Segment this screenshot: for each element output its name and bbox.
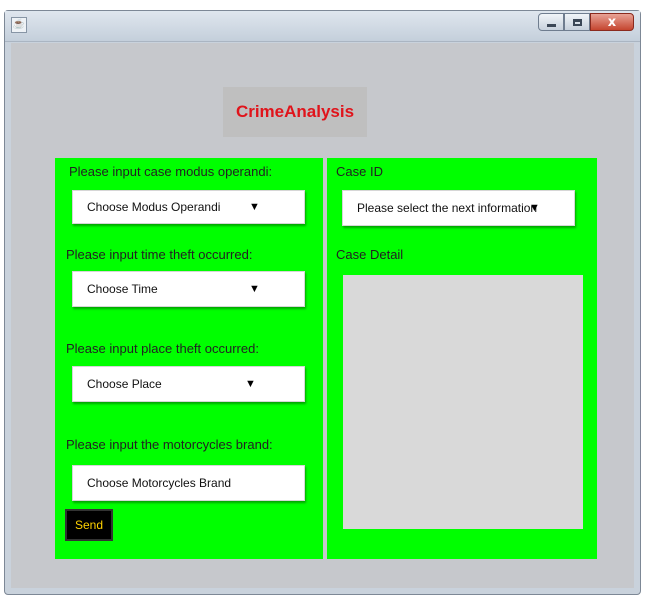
maximize-icon: [572, 18, 582, 26]
chevron-down-icon: ▼: [529, 202, 540, 214]
modus-operandi-select[interactable]: Choose Modus Operandi ▼: [72, 190, 305, 224]
place-select[interactable]: Choose Place ▼: [72, 366, 305, 402]
close-icon: x: [607, 14, 617, 30]
case-detail-label: Case Detail: [336, 247, 404, 262]
case-id-select[interactable]: Please select the next information ▼: [342, 190, 575, 226]
modus-operandi-label: Please input case modus operandi:: [69, 164, 273, 179]
place-value: Choose Place: [87, 377, 162, 391]
time-select[interactable]: Choose Time ▼: [72, 271, 305, 307]
content-pane: CrimeAnalysis Please input case modus op…: [11, 43, 634, 588]
modus-operandi-value: Choose Modus Operandi: [87, 200, 221, 214]
java-app-icon: ☕: [11, 17, 27, 33]
time-value: Choose Time: [87, 282, 158, 296]
minimize-icon: [546, 24, 556, 27]
chevron-down-icon: ▼: [249, 201, 260, 213]
time-label: Please input time theft occurred:: [66, 247, 253, 262]
brand-select[interactable]: Choose Motorcycles Brand: [72, 465, 305, 501]
chevron-down-icon: ▼: [249, 283, 260, 295]
chevron-down-icon: ▼: [245, 378, 256, 390]
close-button[interactable]: x: [590, 13, 634, 31]
case-id-label: Case ID: [336, 164, 383, 179]
title-bar[interactable]: ☕ x: [5, 11, 640, 42]
brand-label: Please input the motorcycles brand:: [66, 437, 273, 452]
place-label: Please input place theft occurred:: [66, 341, 259, 356]
case-id-value: Please select the next information: [357, 201, 538, 215]
maximize-button[interactable]: [564, 13, 590, 31]
minimize-button[interactable]: [538, 13, 564, 31]
window-controls: x: [538, 13, 634, 33]
brand-value: Choose Motorcycles Brand: [87, 476, 232, 490]
app-window: ☕ x CrimeAnalysis Please input case modu…: [4, 10, 641, 595]
case-detail-textarea[interactable]: [343, 275, 583, 529]
send-button[interactable]: Send: [65, 509, 113, 541]
app-title: CrimeAnalysis: [223, 87, 367, 137]
